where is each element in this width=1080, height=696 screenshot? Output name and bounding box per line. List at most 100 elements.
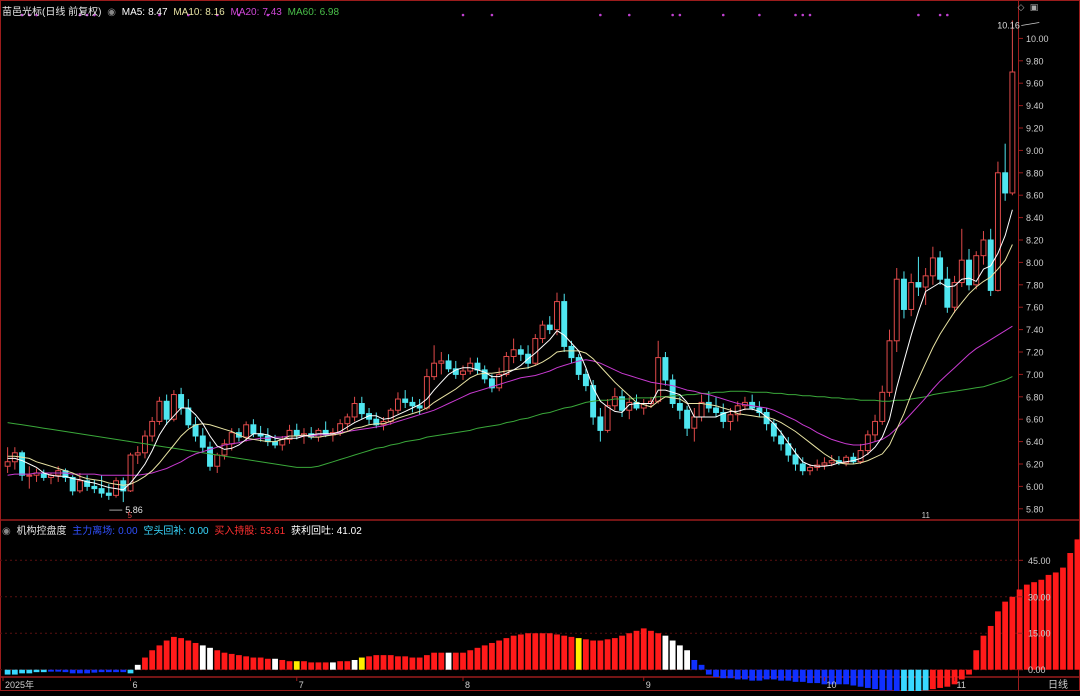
indicator-bar [705, 669, 712, 675]
indicator-title[interactable]: 机构控盘度 [17, 526, 67, 537]
indicator-tick-label: 30.00 [1028, 592, 1051, 602]
candle-body [199, 435, 206, 448]
candle-body [438, 360, 445, 364]
indicator-bar [611, 638, 618, 670]
indicator-bar [330, 662, 336, 670]
candle-body [4, 461, 11, 467]
window-toggle-icon[interactable]: ▣ [1029, 2, 1039, 12]
month-marker-11: 11 [922, 511, 931, 520]
indicator-bar [1074, 539, 1080, 670]
price-tick-label: 6.80 [1026, 392, 1044, 402]
indicator-bar [1060, 567, 1066, 670]
candle-body [727, 414, 734, 422]
ma5-label: MA5: [121, 7, 146, 18]
indicator-bar [19, 669, 25, 674]
indicator-bar [308, 662, 315, 670]
stock-title[interactable]: 苗邑光标(日线 前复权) [2, 7, 101, 18]
candle-body [864, 434, 871, 452]
stock-chart[interactable]: 10.00 9.80 9.60 9.40 9.20 9.00 8.80 8.60 8.40 8.2… [0, 0, 1080, 692]
indicator-bar [864, 669, 871, 688]
period-label[interactable]: 日线 [1048, 678, 1068, 691]
indicator-bar [987, 625, 994, 670]
event-marker-dot [678, 13, 682, 17]
indicator-bar [554, 634, 560, 670]
indicator-bar [1052, 572, 1059, 670]
candle-body [134, 452, 141, 456]
indicator-bar [69, 669, 76, 674]
candle-body [214, 454, 221, 467]
candle-body [156, 400, 163, 422]
candle-body [611, 396, 618, 407]
price-tick-label: 8.40 [1026, 213, 1044, 223]
candle-body [105, 492, 112, 496]
indicator-bar [163, 640, 170, 670]
indicator-bar [178, 638, 184, 670]
candle-body [91, 485, 98, 490]
candle-body [792, 454, 799, 465]
indicator-bar [84, 669, 91, 674]
indicator-bar [604, 639, 611, 670]
indicator-bar [857, 669, 864, 687]
candle-body [886, 340, 893, 393]
indicator-bar [272, 658, 278, 670]
indicator-label-4: 获利回吐: [290, 526, 334, 537]
price-tick-label: 7.60 [1026, 303, 1044, 313]
candle-body [394, 398, 401, 411]
event-marker-dot [801, 13, 805, 17]
candle-body [344, 416, 351, 425]
chart-canvas[interactable]: 10.00 9.80 9.60 9.40 9.20 9.00 8.80 8.60 8.40 8.2… [0, 0, 1080, 692]
indicator-settings-icon[interactable]: ◉ [2, 526, 11, 537]
price-tick-label: 8.60 [1026, 191, 1044, 201]
indicator-bar [387, 655, 394, 670]
indicator-bar [929, 669, 936, 690]
indicator-bar [402, 656, 409, 670]
ma-settings-icon[interactable]: ◉ [107, 7, 116, 18]
candle-body [799, 463, 806, 472]
indicator-bar [836, 669, 842, 685]
time-tick-label: 2025年 [5, 679, 34, 690]
price-tick-label: 7.00 [1026, 370, 1044, 380]
moving-average-lines [7, 209, 1013, 491]
candle-body [250, 424, 257, 435]
indicator-bar [496, 640, 503, 670]
candle-body [149, 420, 156, 437]
ma20-value: 7.43 [262, 7, 282, 18]
diamond-icon[interactable]: ◇ [1016, 2, 1026, 12]
event-marker-dot [721, 13, 725, 17]
candle-body [582, 373, 589, 387]
indicator-label-1: 主力离场: [72, 526, 116, 537]
indicator-bar [807, 669, 813, 684]
indicator-bar [1045, 574, 1052, 670]
indicator-bar [91, 669, 98, 673]
indicator-bar [366, 656, 372, 670]
candle-body [994, 172, 1001, 291]
price-tick-label: 9.60 [1026, 79, 1044, 89]
indicator-bar [973, 650, 980, 670]
ma5-value: 8.47 [148, 7, 168, 18]
event-marker-dot [490, 13, 494, 17]
indicator-bar [380, 655, 387, 670]
indicator-bar [713, 669, 719, 677]
indicator-bar [33, 669, 40, 673]
indicator-bar [503, 638, 510, 670]
indicator-bar [48, 669, 54, 672]
indicator-bar [301, 661, 307, 670]
ma60-label: MA60: [287, 7, 317, 18]
indicator-bar [199, 645, 206, 670]
candle-body [243, 424, 250, 438]
time-tick-label: 8 [465, 680, 470, 690]
candle-body [778, 435, 785, 445]
indicator-bar [279, 659, 286, 670]
indicator-bar [467, 650, 474, 670]
indicator-bar [445, 652, 452, 670]
candle-body [460, 370, 466, 375]
indicator-bar [113, 669, 119, 673]
candle-body [98, 488, 105, 494]
indicator-bar [922, 669, 929, 691]
indicator-bar [901, 669, 907, 692]
indicator-bar [958, 669, 965, 680]
indicator-bar [525, 633, 531, 670]
indicator-bar [792, 669, 799, 682]
candle-body [19, 452, 26, 476]
indicator-tick-label: 45.00 [1028, 556, 1051, 566]
